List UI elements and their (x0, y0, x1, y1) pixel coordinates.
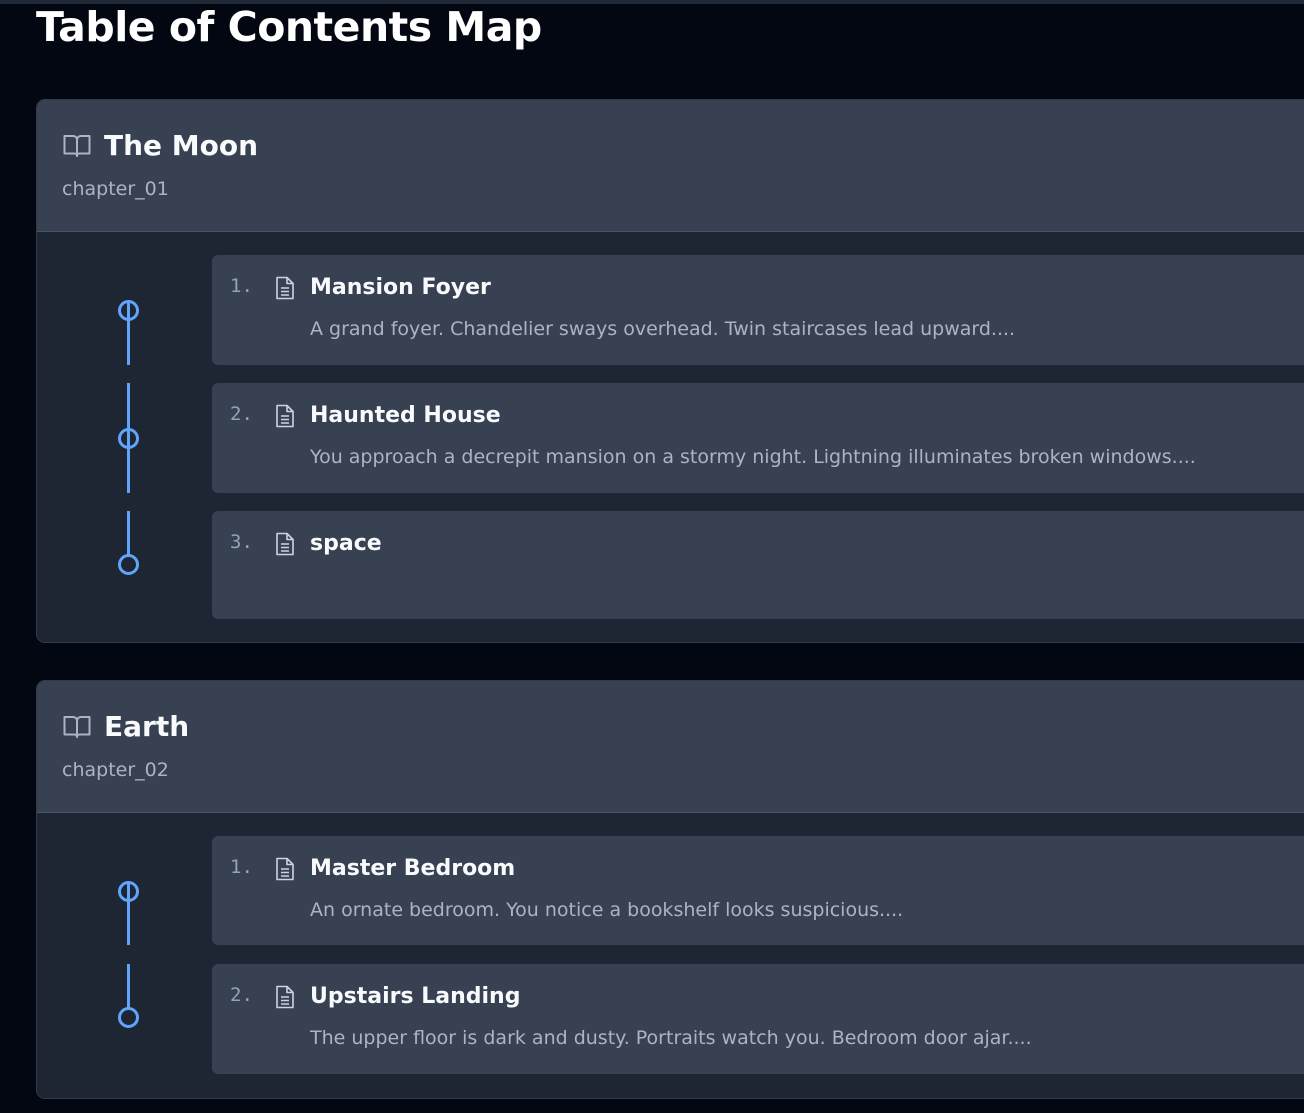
scene-title: Master Bedroom (310, 856, 516, 881)
scene-title: Haunted House (310, 403, 501, 428)
chapter-id: chapter_02 (62, 759, 169, 781)
scene-number: 1. (230, 856, 253, 878)
scene-number: 2. (230, 984, 253, 1006)
scene-title: Upstairs Landing (310, 984, 521, 1009)
scene-item[interactable]: 2. Upstairs Landing The upper floor is d… (212, 964, 1304, 1074)
timeline-node (118, 1007, 139, 1028)
book-open-icon (63, 135, 91, 157)
chapter-title: The Moon (104, 129, 259, 162)
scene-number: 2. (230, 403, 253, 425)
scene-title: space (310, 531, 382, 556)
timeline-node (118, 428, 139, 449)
timeline-connector (127, 964, 130, 1009)
scene-item[interactable]: 3. space (212, 511, 1304, 619)
chapter-header[interactable]: Earth chapter_02 (37, 681, 1304, 813)
chapter-id: chapter_01 (62, 178, 169, 200)
document-icon (276, 857, 294, 881)
scene-item[interactable]: 2. Haunted House You approach a decrepit… (212, 383, 1304, 493)
scene-number: 1. (230, 275, 253, 297)
document-icon (276, 404, 294, 428)
timeline-node (118, 881, 139, 902)
document-icon (276, 276, 294, 300)
timeline-node (118, 300, 139, 321)
scene-description: A grand foyer. Chandelier sways overhead… (310, 318, 1016, 340)
document-icon (276, 985, 294, 1009)
chapter-card: Earth chapter_02 1. Master Bedroom An or… (36, 680, 1304, 1099)
timeline-node (118, 554, 139, 575)
scene-description: The upper floor is dark and dusty. Portr… (310, 1027, 1032, 1049)
chapter-header[interactable]: The Moon chapter_01 (37, 100, 1304, 232)
scene-item[interactable]: 1. Mansion Foyer A grand foyer. Chandeli… (212, 255, 1304, 365)
scene-item[interactable]: 1. Master Bedroom An ornate bedroom. You… (212, 836, 1304, 945)
scene-description: An ornate bedroom. You notice a bookshel… (310, 899, 904, 921)
document-icon (276, 532, 294, 556)
page-title: Table of Contents Map (36, 3, 542, 51)
chapter-card: The Moon chapter_01 1. Mansion Foyer A g… (36, 99, 1304, 643)
scene-title: Mansion Foyer (310, 275, 491, 300)
scene-description: You approach a decrepit mansion on a sto… (310, 446, 1196, 468)
timeline-connector (127, 511, 130, 556)
scene-number: 3. (230, 531, 253, 553)
chapter-title: Earth (104, 710, 190, 743)
book-open-icon (63, 716, 91, 738)
